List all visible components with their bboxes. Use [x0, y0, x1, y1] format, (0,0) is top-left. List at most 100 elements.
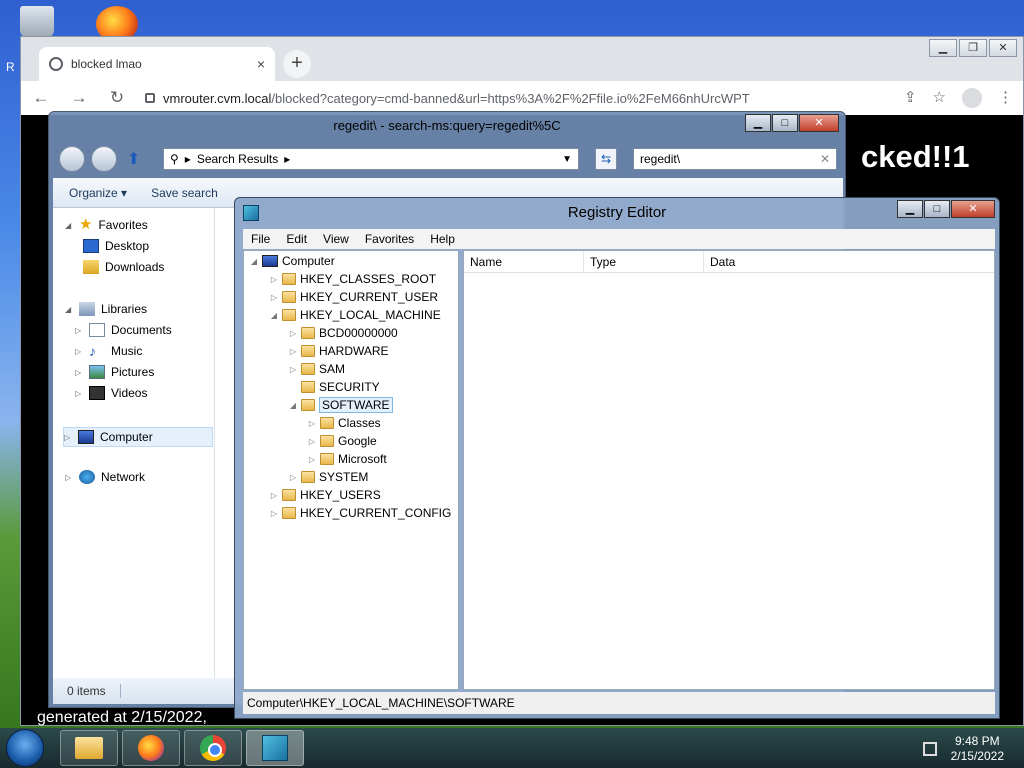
- tree-sam[interactable]: ▷ SAM: [289, 360, 345, 378]
- network-tray-icon[interactable]: [922, 742, 937, 756]
- nav-music[interactable]: ▷ ♪ Music: [75, 344, 142, 358]
- expand-icon[interactable]: ▷: [289, 473, 297, 482]
- column-data[interactable]: Data: [704, 251, 994, 272]
- close-tab-icon[interactable]: ×: [257, 56, 265, 72]
- nav-pictures[interactable]: ▷ Pictures: [75, 365, 154, 379]
- taskbar-explorer[interactable]: [60, 730, 118, 766]
- expand-icon[interactable]: ◢: [65, 221, 73, 230]
- tree-computer[interactable]: ◢ Computer: [250, 252, 335, 270]
- expand-icon[interactable]: ▷: [308, 455, 316, 464]
- tree-hkcc[interactable]: ▷ HKEY_CURRENT_CONFIG: [270, 504, 451, 522]
- start-button[interactable]: [6, 729, 44, 767]
- tree-hklm[interactable]: ◢ HKEY_LOCAL_MACHINE: [270, 306, 441, 324]
- menu-view[interactable]: View: [315, 232, 357, 246]
- maximize-button[interactable]: ❐: [959, 39, 987, 57]
- expand-icon[interactable]: ▷: [270, 491, 278, 500]
- nav-computer[interactable]: ▷ Computer: [63, 427, 213, 447]
- taskbar-regedit[interactable]: [246, 730, 304, 766]
- nav-libraries[interactable]: ◢ Libraries: [65, 302, 147, 316]
- nav-network[interactable]: ▷ Network: [65, 470, 145, 484]
- nav-favorites[interactable]: ◢ ★ Favorites: [65, 217, 148, 232]
- forward-button[interactable]: [91, 146, 117, 172]
- tree-system[interactable]: ▷ SYSTEM: [289, 468, 368, 486]
- tree-google[interactable]: ▷ Google: [308, 432, 377, 450]
- taskbar-chrome[interactable]: [184, 730, 242, 766]
- tree-label: HKEY_USERS: [300, 488, 381, 502]
- chrome-titlebar: blocked lmao × + ▁ ❐ ✕: [21, 37, 1023, 81]
- expand-icon[interactable]: ▷: [64, 433, 72, 442]
- maximize-button[interactable]: □: [772, 114, 798, 132]
- profile-avatar[interactable]: [962, 88, 982, 108]
- expand-icon[interactable]: ▷: [75, 368, 83, 377]
- menu-file[interactable]: File: [243, 232, 278, 246]
- collapse-icon[interactable]: ◢: [270, 311, 278, 320]
- expand-icon[interactable]: ▷: [289, 329, 297, 338]
- tree-security[interactable]: SECURITY: [289, 378, 380, 396]
- tree-hardware[interactable]: ▷ HARDWARE: [289, 342, 389, 360]
- expand-icon[interactable]: ◢: [65, 305, 73, 314]
- minimize-button[interactable]: ▁: [745, 114, 771, 132]
- nav-downloads[interactable]: Downloads: [83, 260, 164, 274]
- expand-icon[interactable]: ▷: [270, 509, 278, 518]
- organize-button[interactable]: Organize ▾: [69, 186, 127, 200]
- menu-icon[interactable]: ⋮: [998, 88, 1013, 108]
- column-name[interactable]: Name: [464, 251, 584, 272]
- chevron-down-icon[interactable]: ▼: [562, 154, 572, 165]
- menu-help[interactable]: Help: [422, 232, 463, 246]
- menu-edit[interactable]: Edit: [278, 232, 315, 246]
- close-button[interactable]: ✕: [989, 39, 1017, 57]
- folder-icon: [282, 507, 296, 519]
- expand-icon[interactable]: ▷: [289, 347, 297, 356]
- tree-hkcu[interactable]: ▷ HKEY_CURRENT_USER: [270, 288, 438, 306]
- collapse-icon[interactable]: ◢: [289, 401, 297, 410]
- recycle-bin-icon[interactable]: [20, 6, 54, 38]
- back-button[interactable]: [59, 146, 85, 172]
- new-tab-button[interactable]: +: [283, 50, 311, 78]
- minimize-button[interactable]: ▁: [929, 39, 957, 57]
- expand-icon[interactable]: ▷: [308, 437, 316, 446]
- expand-icon[interactable]: ▷: [289, 365, 297, 374]
- maximize-button[interactable]: □: [924, 200, 950, 218]
- expand-icon[interactable]: ▷: [75, 347, 83, 356]
- forward-arrow-icon[interactable]: →: [69, 88, 89, 108]
- expand-icon[interactable]: ▷: [308, 419, 316, 428]
- back-arrow-icon[interactable]: ←: [31, 88, 51, 108]
- expand-icon[interactable]: ▷: [75, 326, 83, 335]
- tree-hkcr[interactable]: ▷ HKEY_CLASSES_ROOT: [270, 270, 436, 288]
- expand-icon[interactable]: ▷: [270, 293, 278, 302]
- nav-videos[interactable]: ▷ Videos: [75, 386, 147, 400]
- tree-bcd[interactable]: ▷ BCD00000000: [289, 324, 398, 342]
- bookmark-star-icon[interactable]: ☆: [933, 88, 946, 108]
- expand-icon[interactable]: ▷: [75, 389, 83, 398]
- search-input[interactable]: regedit\ ✕: [633, 148, 837, 170]
- tree-hku[interactable]: ▷ HKEY_USERS: [270, 486, 381, 504]
- tree-label: SECURITY: [319, 380, 380, 394]
- minimize-button[interactable]: ▁: [897, 200, 923, 218]
- expand-icon[interactable]: ▷: [65, 473, 73, 482]
- folder-icon: [282, 273, 296, 285]
- column-type[interactable]: Type: [584, 251, 704, 272]
- tree-microsoft[interactable]: ▷ Microsoft: [308, 450, 387, 468]
- tree-classes[interactable]: ▷ Classes: [308, 414, 381, 432]
- address-bar[interactable]: ⚲ ▸ Search Results ▸ ▼: [163, 148, 579, 170]
- nav-documents[interactable]: ▷ Documents: [75, 323, 172, 337]
- clock[interactable]: 9:48 PM 2/15/2022: [951, 734, 1004, 764]
- reload-icon[interactable]: ↻: [107, 88, 127, 108]
- nav-desktop[interactable]: Desktop: [83, 239, 149, 253]
- save-search-button[interactable]: Save search: [151, 186, 218, 200]
- address-bar[interactable]: vmrouter.cvm.local/blocked?category=cmd-…: [145, 91, 886, 106]
- magnifier-icon: ⚲: [170, 152, 179, 166]
- refresh-button[interactable]: ⇆: [595, 148, 617, 170]
- close-button[interactable]: ✕: [951, 200, 995, 218]
- collapse-icon[interactable]: ◢: [250, 257, 258, 266]
- toolbar-actions: ⇪ ☆ ⋮: [904, 88, 1013, 108]
- taskbar-firefox[interactable]: [122, 730, 180, 766]
- close-button[interactable]: ✕: [799, 114, 839, 132]
- up-arrow-icon[interactable]: ⬆: [127, 149, 140, 169]
- tree-software[interactable]: ◢ SOFTWARE: [289, 396, 393, 414]
- share-icon[interactable]: ⇪: [904, 88, 917, 108]
- clear-search-icon[interactable]: ✕: [820, 152, 830, 166]
- menu-favorites[interactable]: Favorites: [357, 232, 422, 246]
- expand-icon[interactable]: ▷: [270, 275, 278, 284]
- browser-tab[interactable]: blocked lmao ×: [39, 47, 275, 81]
